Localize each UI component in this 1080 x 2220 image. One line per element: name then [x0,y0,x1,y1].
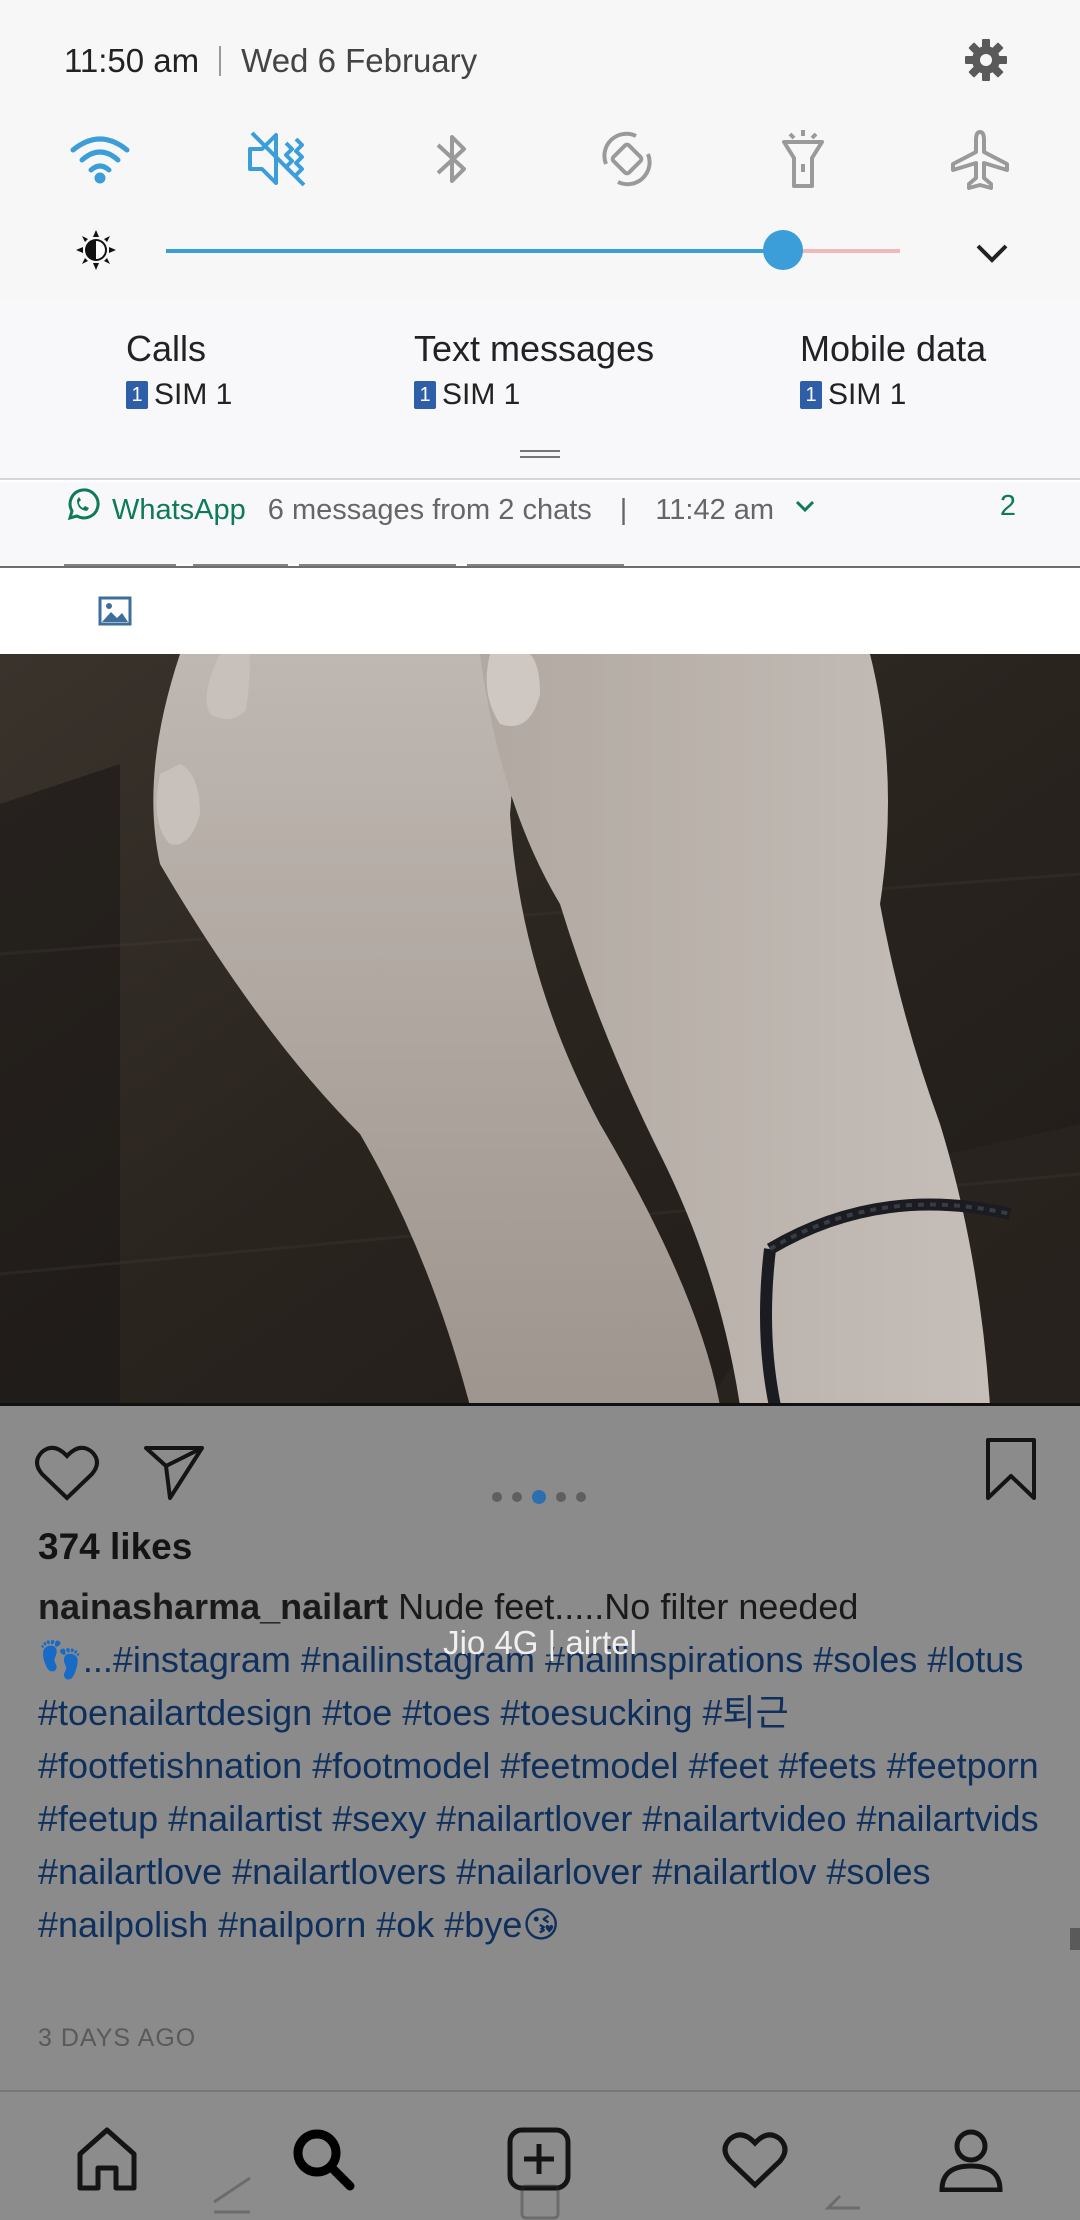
scrollbar[interactable] [1070,1928,1080,1950]
system-recents-icon [213,2176,251,2214]
activity-heart-icon[interactable] [720,2124,790,2194]
save-bookmark-icon[interactable] [984,1438,1038,1507]
image-placeholder-bar [0,570,1080,654]
notification-header: WhatsApp 6 messages from 2 chats | 11:42… [64,488,818,532]
share-direct-icon[interactable] [142,1442,206,1507]
airplane-mode-icon[interactable] [945,124,1015,194]
brightness-slider[interactable] [166,230,900,270]
date: Wed 6 February [241,42,478,79]
sim-number-badge: 1 [414,381,436,409]
sim-pref-label: Mobile data [800,328,987,369]
clock: 11:50 am [64,42,200,79]
sim-pref-label: Text messages [414,328,655,369]
quick-settings-row [0,124,1080,194]
whatsapp-icon [64,488,100,532]
notification-count: 2 [999,490,1016,522]
likes-count[interactable]: 374 likes [38,1526,192,1568]
divider [219,46,222,76]
carousel-dots [492,1490,596,1504]
sim-pref-value: 1 SIM 1 [414,378,654,412]
sim-name: SIM 1 [828,378,907,411]
search-icon[interactable] [288,2124,358,2194]
notification-message-preview-clipped [64,546,624,566]
brightness-slider-thumb[interactable] [763,230,803,270]
brightness-icon [74,228,118,272]
sim-number-badge: 1 [126,381,148,409]
sim-name: SIM 1 [442,378,521,411]
flashlight-icon[interactable] [768,124,838,194]
notification-shade: 11:50 am Wed 6 February [0,0,1080,300]
post-details: 374 likes nainasharma_nailart Nude feet.… [0,1406,1080,2090]
sim-pref-label: Calls [126,328,207,369]
whatsapp-notification[interactable]: WhatsApp 6 messages from 2 chats | 11:42… [0,482,1080,568]
carousel-dot [512,1492,522,1502]
post-actions [0,1436,1080,1506]
auto-rotate-icon[interactable] [592,124,662,194]
expand-chevron-icon[interactable] [792,493,818,527]
post-photo[interactable] [0,654,1080,1406]
notification-time: 11:42 am [655,493,775,526]
notification-app-name: WhatsApp [112,493,246,526]
caption-hashtags[interactable]: 👣...#instagram #nailinstagram #nailinspi… [38,1639,1039,1945]
like-heart-icon[interactable] [34,1442,100,1507]
sim-preferences: Calls 1 SIM 1 Text messages 1 SIM 1 Mobile… [0,300,1080,480]
home-icon[interactable] [72,2124,142,2194]
post-timestamp: 3 DAYS AGO [38,2024,197,2052]
sim-pref-value: 1 SIM 1 [800,378,986,412]
carousel-dot [556,1492,566,1502]
sim-name: SIM 1 [154,378,233,411]
caption-username[interactable]: nainasharma_nailart [38,1586,388,1627]
brightness-row [0,228,1080,278]
bluetooth-icon[interactable] [417,124,487,194]
profile-icon[interactable] [936,2124,1006,2194]
sim-number-badge: 1 [800,381,822,409]
sim-pref-text-messages[interactable]: Text messages 1 SIM 1 [414,328,654,412]
status-clock-date: 11:50 am Wed 6 February [64,36,477,86]
shade-drag-handle[interactable] [520,450,560,460]
notification-separator: | [619,493,628,526]
carousel-dot-active [532,1490,546,1504]
notification-summary: 6 messages from 2 chats [267,493,592,526]
brightness-slider-fill [166,249,783,253]
chevron-down-icon[interactable] [970,230,1014,274]
carrier-label: Jio 4G | airtel [443,1624,637,1661]
bottom-navigation [0,2090,1080,2220]
system-home-icon [520,2184,560,2220]
sim-pref-mobile-data[interactable]: Mobile data 1 SIM 1 [800,328,986,412]
carousel-dot [576,1492,586,1502]
system-back-icon [824,2194,860,2210]
caption-text: Nude feet.....No filter needed [398,1586,859,1627]
mute-vibrate-icon[interactable] [242,124,312,194]
image-icon [98,594,132,628]
settings-gear-icon[interactable] [962,36,1010,84]
sim-pref-value: 1 SIM 1 [126,378,232,412]
wifi-icon[interactable] [65,124,135,194]
carousel-dot [492,1492,502,1502]
sim-pref-calls[interactable]: Calls 1 SIM 1 [126,328,232,412]
